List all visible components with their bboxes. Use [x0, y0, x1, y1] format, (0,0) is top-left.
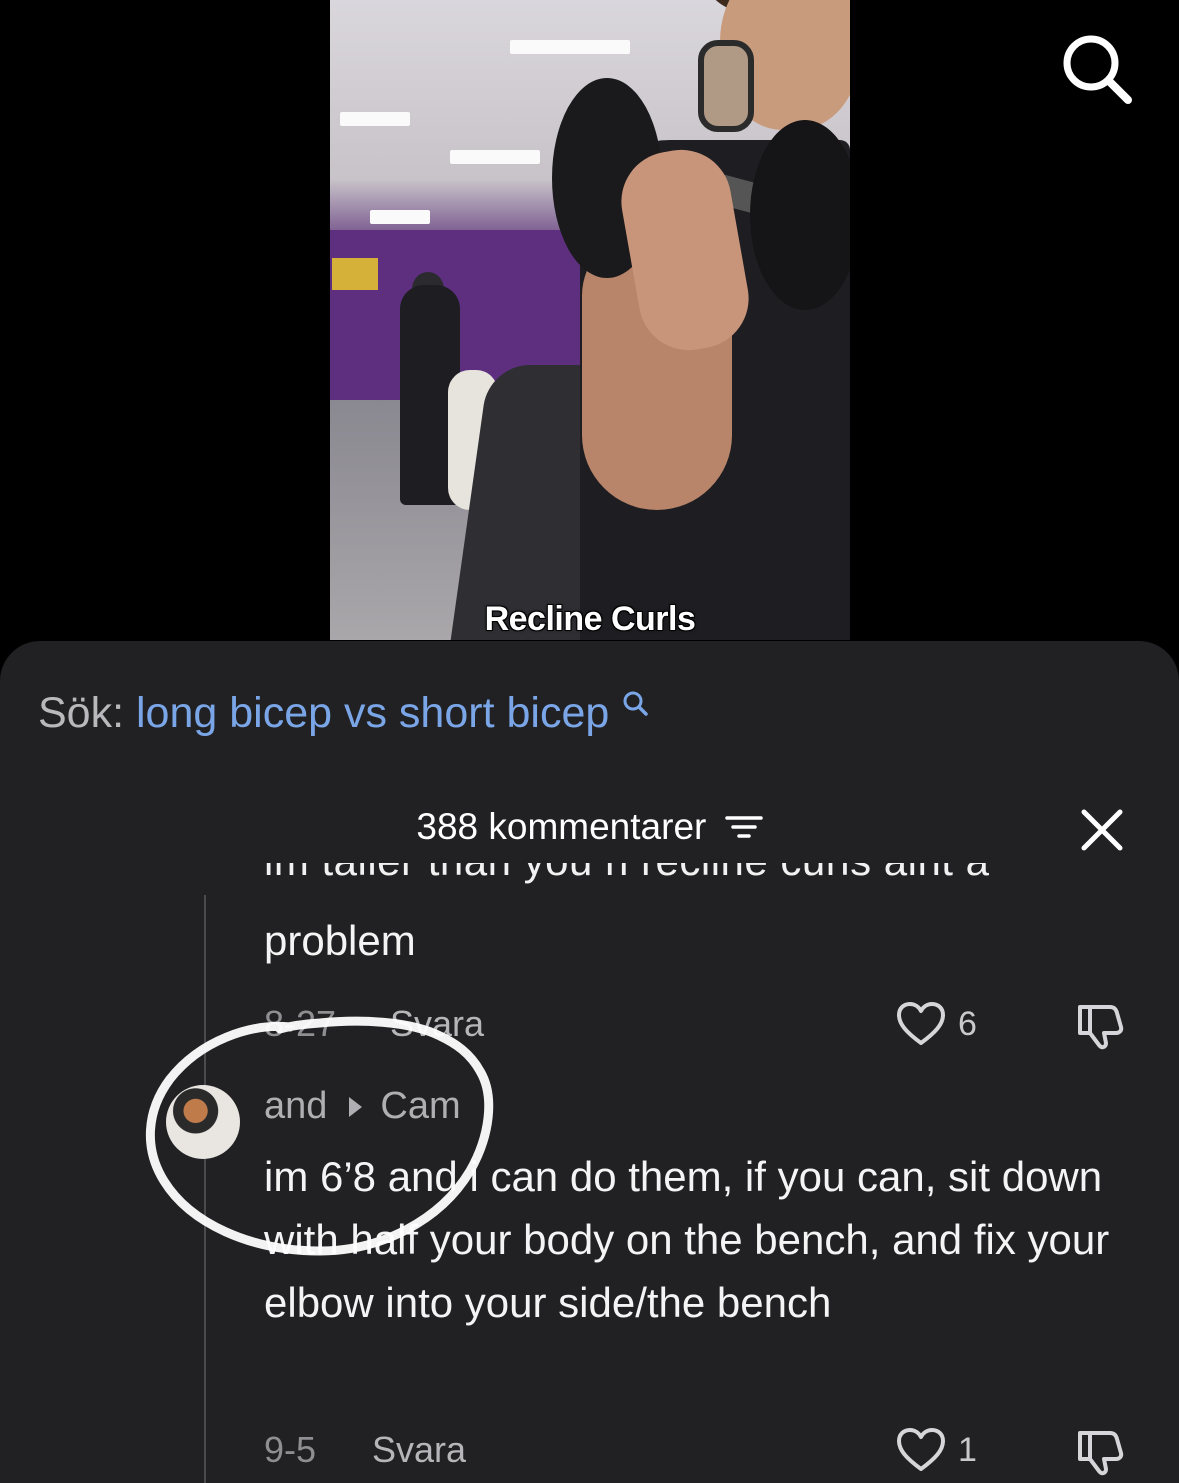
heart-icon: [897, 1428, 945, 1471]
gym-sign: [332, 258, 378, 290]
author-name[interactable]: and: [264, 1085, 327, 1128]
avatar[interactable]: [166, 1085, 240, 1159]
ceiling-light: [340, 112, 410, 126]
dislike-icon[interactable]: [1074, 1427, 1128, 1477]
like-count: 6: [958, 1004, 977, 1043]
reply-arrow-icon: [349, 1096, 363, 1117]
like-button[interactable]: 1: [896, 1427, 977, 1473]
comments-sheet: Sök: long bicep vs short bicep 388 komme…: [0, 641, 1179, 1483]
ceiling-light: [450, 150, 540, 164]
like-button[interactable]: 6: [896, 1001, 977, 1047]
comment-text: problem: [264, 917, 416, 964]
search-prefix: Sök:: [38, 689, 125, 737]
headphones: [698, 40, 754, 132]
like-count: 1: [958, 1430, 977, 1469]
comment-date: 9-5: [264, 1429, 317, 1470]
video-area[interactable]: Recline Curls: [0, 0, 1179, 660]
comment-text-cut-line: im taller than you n recline curls aint …: [264, 863, 990, 885]
filter-icon[interactable]: [724, 812, 763, 842]
comment-count-title: 388 kommentarer: [416, 806, 707, 847]
video-caption: Recline Curls: [484, 600, 696, 638]
comments-header: 388 kommentarer: [0, 803, 1179, 851]
search-icon[interactable]: [1058, 30, 1134, 106]
search-suggestion[interactable]: Sök: long bicep vs short bicep: [38, 687, 651, 739]
dumbbell-plate: [750, 120, 850, 310]
reply-comment-text: im 6’8 and i can do them, if you can, si…: [264, 1153, 1110, 1326]
close-icon[interactable]: [1078, 806, 1126, 854]
ceiling-light: [510, 40, 630, 54]
video-frame[interactable]: Recline Curls: [330, 0, 850, 640]
heart-icon: [897, 1002, 945, 1045]
dislike-icon[interactable]: [1074, 1001, 1128, 1051]
search-query-link[interactable]: long bicep vs short bicep: [136, 689, 609, 737]
reply-thread-line: [204, 895, 206, 1483]
reply-button[interactable]: Svara: [390, 1003, 484, 1045]
reply-to-name[interactable]: Cam: [380, 1085, 460, 1128]
comment-text-cut: im taller than you n recline curls aint …: [264, 863, 1084, 893]
search-icon: [623, 691, 648, 716]
reply-header: and Cam: [264, 1085, 461, 1128]
ceiling-light: [370, 210, 430, 224]
screen: Recline Curls Sök: long bicep vs short b…: [0, 0, 1179, 1483]
reply-button[interactable]: Svara: [372, 1429, 466, 1471]
comment-date: 8-27: [264, 1003, 337, 1044]
